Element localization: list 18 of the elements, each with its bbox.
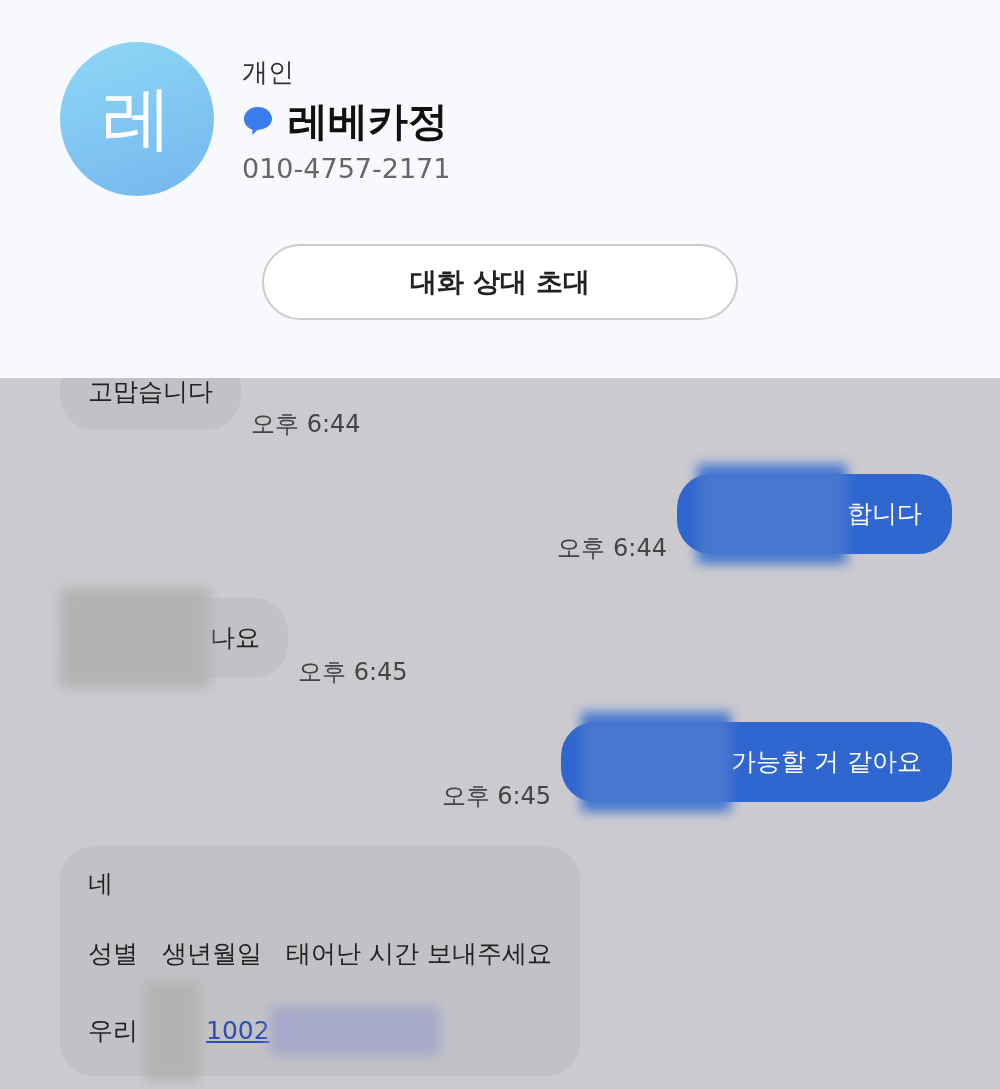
invite-button[interactable]: 대화 상대 초대 — [262, 244, 738, 320]
message-time: 오후 6:44 — [557, 533, 667, 564]
contact-category: 개인 — [242, 55, 295, 89]
message-text: 나요 — [210, 622, 260, 654]
chat-bubble-icon — [242, 105, 274, 137]
avatar: 레 — [60, 42, 214, 196]
message-text: 가능할 거 같아요 — [731, 746, 922, 778]
message-text: 고맙습니다 — [88, 378, 213, 408]
message-time: 오후 6:45 — [441, 781, 552, 812]
message-text: 합니다 — [847, 498, 922, 530]
message-text: 성별 생년월일 태어난 시간 보내주세요 — [88, 938, 552, 970]
message-text: 우리 — [88, 1015, 138, 1047]
message-text: 네 — [88, 868, 113, 900]
phone-number: 010-4757-2171 — [242, 152, 451, 184]
account-link[interactable]: 1002 — [206, 1013, 270, 1049]
contact-name: 레베카정 — [288, 96, 448, 146]
message-time: 오후 6:44 — [251, 409, 361, 440]
message-time: 오후 6:45 — [298, 657, 408, 688]
